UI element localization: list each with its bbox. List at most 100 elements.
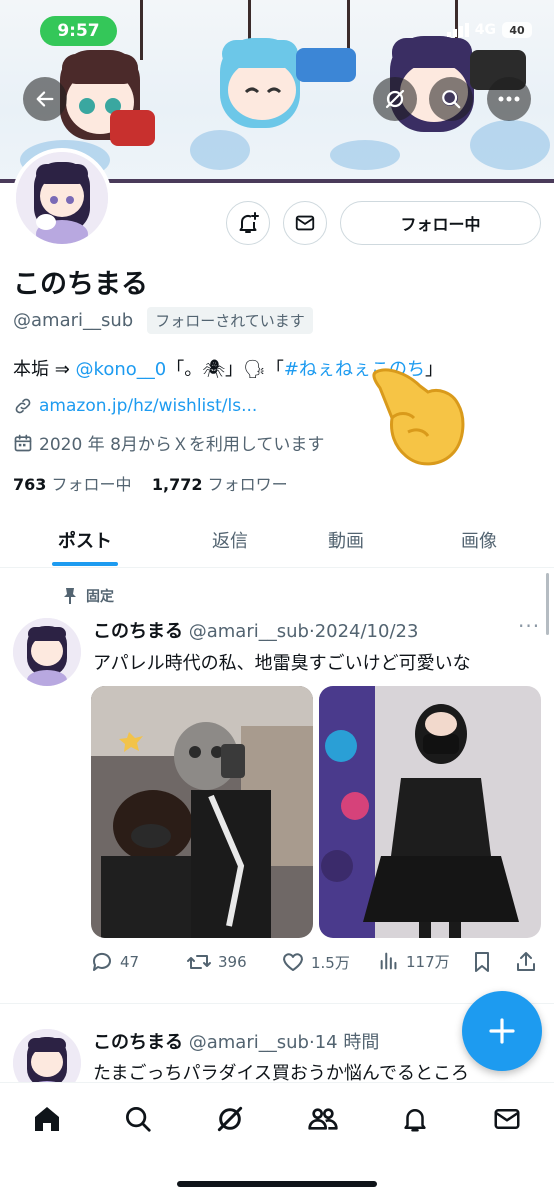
search-button[interactable] [429,77,473,121]
nav-home[interactable] [27,1099,67,1139]
like-count: 1.5万 [311,953,350,972]
mail-icon [295,215,315,231]
bell-icon [404,1109,426,1132]
pinned-label: 固定 [62,586,114,606]
search-icon [126,1107,151,1132]
search-icon [442,90,461,109]
post-more-button[interactable]: ··· [518,614,540,638]
post-photo[interactable] [319,686,541,938]
signal-icon [446,23,469,37]
pinned-text: 固定 [86,589,114,605]
handle-row: @amari__sub フォローされています [13,307,313,334]
joined-row: 2020 年 8月からＸを利用しています [13,430,324,455]
calendar-icon [14,434,32,451]
followers-label: フォロワー [207,475,288,494]
share-icon [517,952,535,971]
profile-avatar[interactable] [12,148,112,248]
active-tab-indicator [52,562,118,566]
like-action[interactable]: 1.5万 [281,950,350,974]
photo-content [91,686,313,938]
avatar-illustration [16,152,108,244]
post-time[interactable]: 2024/10/23 [315,621,419,642]
profile-name: このちまる [13,269,148,300]
message-button[interactable] [283,201,327,245]
post-actions: 47 396 1.5万 117万 [90,950,540,980]
followers-count: 1,772 [151,475,203,494]
followers-stat[interactable]: 1,772 フォロワー [152,475,288,494]
views-icon [380,952,397,970]
views-action[interactable]: 117万 [378,950,450,972]
share-action[interactable] [514,950,538,974]
more-icon [498,96,520,102]
nav-search[interactable] [118,1099,158,1139]
home-indicator[interactable] [177,1181,377,1187]
post-author-name[interactable]: このちまる [93,621,183,642]
pin-icon [64,588,76,604]
network-label: 4G [474,22,496,38]
back-button[interactable] [23,77,67,121]
bookmark-icon [475,952,489,972]
pointing-hand-sticker [372,368,465,466]
mail-icon [494,1109,520,1129]
website-row: amazon.jp/hz/wishlist/ls... [13,396,257,416]
avatar-illustration [13,618,81,686]
grok-icon [217,1106,243,1132]
nav-communities[interactable] [303,1099,343,1139]
post-header: このちまる @amari__sub·2024/10/23 [93,617,418,643]
grok-icon [385,89,405,109]
bio-text: 本垢 ⇒ [13,359,76,380]
heart-icon [283,953,303,971]
reply-icon [92,952,111,971]
communities-icon [308,1108,338,1130]
home-icon [35,1107,59,1131]
grok-button[interactable] [373,77,417,121]
following-button[interactable]: フォロー中 [340,201,541,245]
plus-icon [489,1018,515,1044]
post-avatar[interactable] [13,618,81,686]
status-indicators: 4G 40 [446,22,532,38]
compose-button[interactable] [462,991,542,1071]
bookmark-action[interactable] [471,950,493,974]
post-author-handle[interactable]: @amari__sub [189,621,309,642]
profile-handle: @amari__sub [13,310,134,331]
views-count: 117万 [406,952,450,971]
following-stat[interactable]: 763 フォロー中 [13,475,132,494]
joined-date: 2020 年 8月からＸを利用しています [39,435,325,455]
follows-you-badge: フォローされています [147,307,313,334]
tab-replies[interactable]: 返信 [175,512,285,568]
website-link[interactable]: amazon.jp/hz/wishlist/ls... [39,396,257,416]
bio-mention-link[interactable]: @kono__0 [76,359,167,380]
tab-videos[interactable]: 動画 [291,512,401,568]
notify-button[interactable] [226,201,270,245]
nav-messages[interactable] [487,1099,527,1139]
following-count: 763 [13,475,47,494]
status-time: 9:57 [40,16,117,46]
follow-counts: 763 フォロー中 1,772 フォロワー [13,471,288,495]
tab-media[interactable]: 画像 [424,512,534,568]
scrollbar[interactable] [546,573,549,635]
repost-action[interactable]: 396 [186,950,247,974]
arrow-left-icon [36,91,54,107]
post-text: アパレル時代の私、地雷臭すごいけど可愛いな [93,653,471,674]
post-time[interactable]: 14 時間 [315,1032,380,1053]
repost-count: 396 [218,953,247,971]
post-author-handle[interactable]: @amari__sub [189,1032,309,1053]
tab-posts[interactable]: ポスト [30,512,140,568]
profile-tabs: ポスト 返信 動画 画像 [0,512,554,568]
photo-content [319,686,541,938]
repost-icon [187,955,211,969]
nav-grok[interactable] [210,1099,250,1139]
banner-character-illustration [220,38,356,128]
battery-icon: 40 [502,22,532,38]
reply-action[interactable]: 47 [90,950,139,974]
bell-plus-icon [239,212,259,233]
reply-count: 47 [120,953,140,971]
nav-notifications[interactable] [395,1099,435,1139]
post-header: このちまる @amari__sub·14 時間 [93,1028,379,1054]
more-button[interactable] [487,77,531,121]
bio-text: 「。🕷」🗣「 [166,359,284,380]
post-photo[interactable] [91,686,313,938]
following-label: フォロー中 [51,475,132,494]
post-author-name[interactable]: このちまる [93,1032,183,1053]
link-icon [15,398,31,414]
